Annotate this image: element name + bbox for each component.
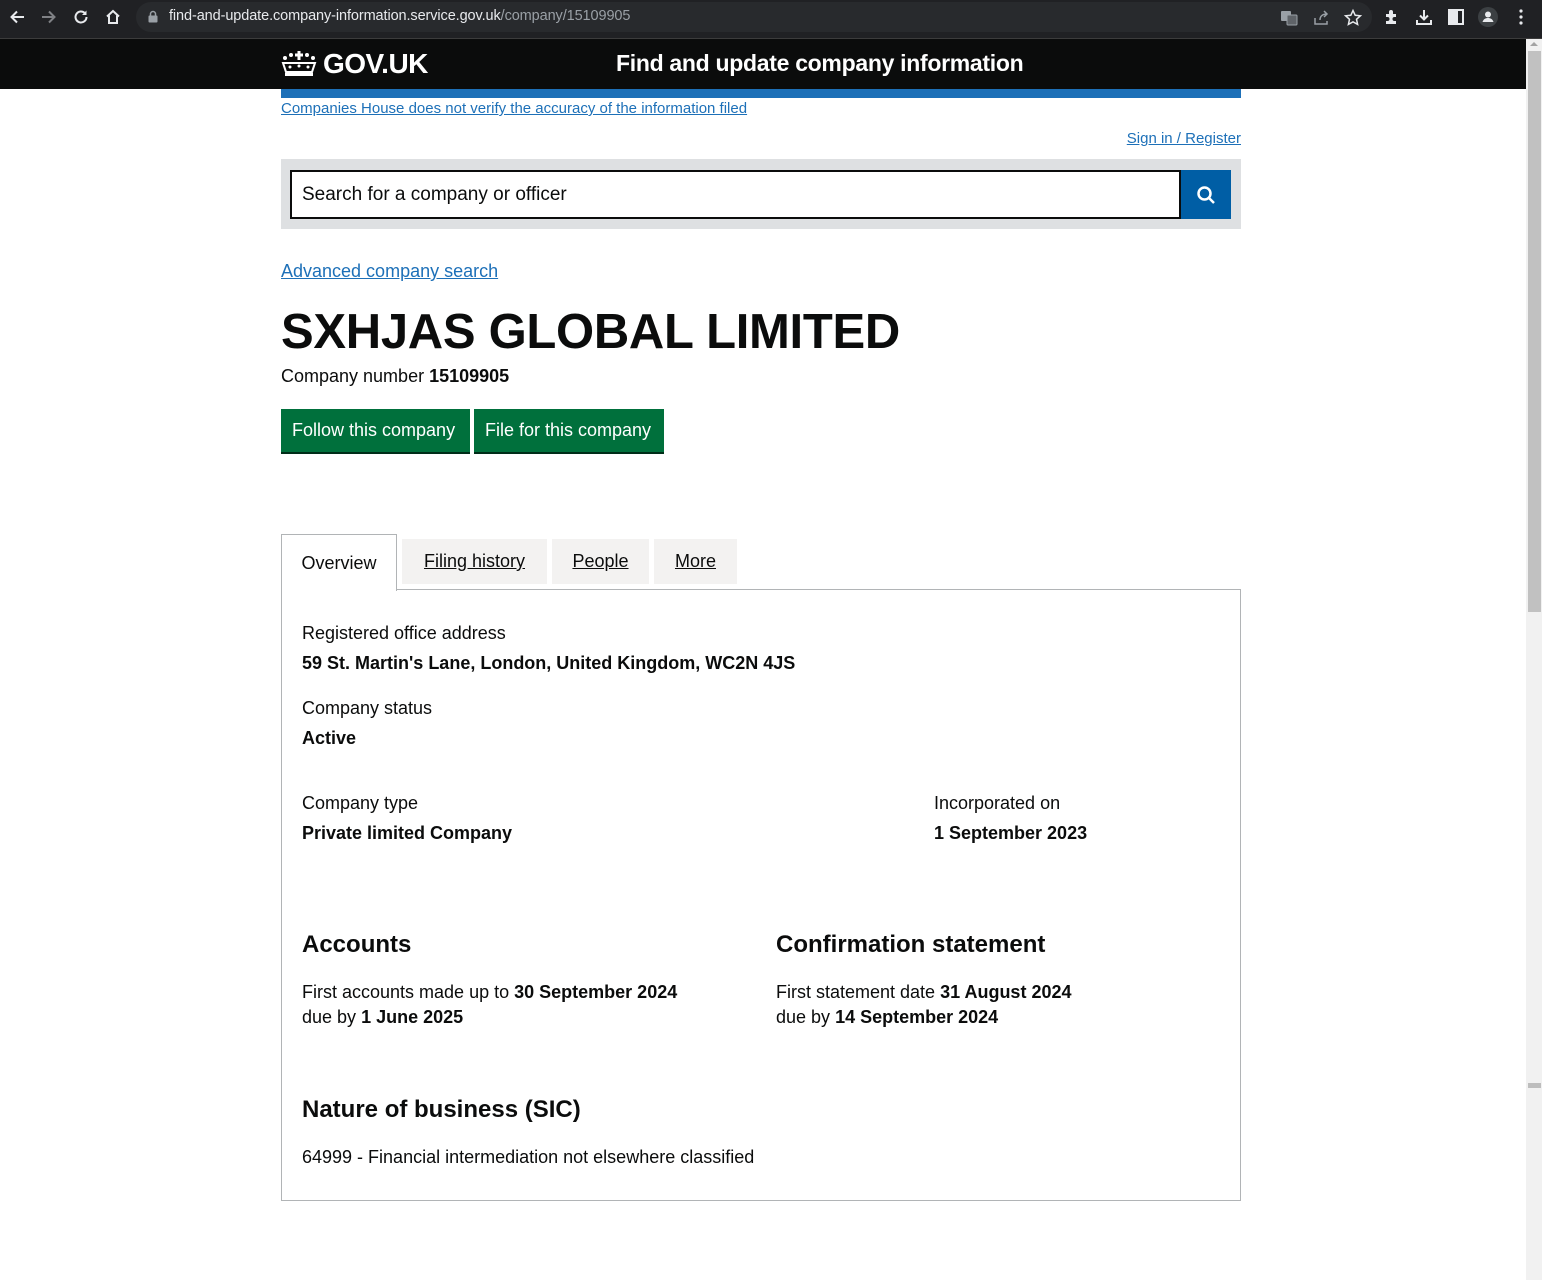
scrollbar-find-marker: [1528, 1083, 1541, 1088]
company-status-label: Company status: [302, 698, 433, 718]
tab-more[interactable]: More: [654, 539, 737, 584]
confirmation-date: 31 August 2024: [940, 982, 1072, 1002]
forward-icon[interactable]: [34, 0, 64, 34]
file-for-company-button[interactable]: File for this company: [474, 409, 664, 452]
overview-panel: Registered office address 59 St. Martin'…: [281, 589, 1241, 1201]
translate-icon[interactable]: [1279, 8, 1299, 28]
company-number-label: Company number: [281, 366, 425, 386]
extensions-icon[interactable]: [1382, 7, 1402, 27]
tab-overview[interactable]: Overview: [281, 534, 397, 591]
url-path: /company/15109905: [500, 8, 631, 24]
search-input[interactable]: [290, 170, 1181, 219]
tab-people[interactable]: People: [552, 539, 649, 584]
lock-icon[interactable]: [148, 10, 158, 23]
profile-icon[interactable]: [1478, 7, 1498, 27]
menu-icon[interactable]: [1511, 7, 1531, 27]
confirmation-due-label: due by: [776, 1007, 831, 1027]
back-icon[interactable]: [2, 0, 32, 34]
sic-value: 64999 - Financial intermediation not els…: [302, 1147, 755, 1167]
company-type-label: Company type: [302, 793, 419, 813]
share-icon[interactable]: [1311, 8, 1331, 28]
company-tabs: Overview Filing history People More: [281, 534, 1241, 591]
company-number: Company number 15109905: [281, 366, 509, 387]
service-name[interactable]: Find and update company information: [616, 50, 1024, 77]
company-number-value: 15109905: [429, 366, 510, 386]
url-host: find-and-update.company-information.serv…: [169, 8, 501, 24]
sic-heading: Nature of business (SIC): [302, 1096, 581, 1123]
follow-company-button[interactable]: Follow this company: [281, 409, 470, 452]
download-icon[interactable]: [1414, 7, 1434, 27]
search-icon: [1197, 185, 1215, 204]
disclaimer-link[interactable]: Companies House does not verify the accu…: [281, 100, 747, 117]
home-icon[interactable]: [98, 0, 128, 34]
registered-office-label: Registered office address: [302, 623, 506, 643]
accounts-heading: Accounts: [302, 931, 412, 958]
accounts-made-up-label: First accounts made up to: [302, 982, 510, 1002]
confirmation-heading: Confirmation statement: [776, 931, 1046, 958]
incorporated-value: 1 September 2023: [934, 823, 1088, 843]
bookmark-star-icon[interactable]: [1343, 8, 1363, 28]
crown-icon: [281, 51, 317, 76]
header-accent-bar: [281, 89, 1241, 98]
side-panel-icon[interactable]: [1446, 7, 1466, 27]
accounts-due-date: 1 June 2025: [361, 1007, 464, 1027]
govuk-logo-link[interactable]: GOV.UK: [281, 48, 428, 79]
incorporated-label: Incorporated on: [934, 793, 1061, 813]
registered-office-value: 59 St. Martin's Lane, London, United Kin…: [302, 653, 796, 673]
confirmation-details: First statement date 31 August 2024 due …: [776, 980, 1071, 1030]
search-button[interactable]: [1181, 170, 1231, 219]
accounts-details: First accounts made up to 30 September 2…: [302, 980, 677, 1030]
page-scrollbar[interactable]: [1526, 39, 1542, 1280]
scroll-up-arrow-icon[interactable]: [1530, 42, 1538, 46]
search-panel: [281, 159, 1241, 229]
url-text[interactable]: find-and-update.company-information.serv…: [169, 8, 630, 24]
sign-in-register-link[interactable]: Sign in / Register: [1127, 130, 1241, 147]
browser-toolbar: find-and-update.company-information.serv…: [0, 0, 1542, 39]
advanced-search-link[interactable]: Advanced company search: [281, 261, 498, 282]
accounts-due-label: due by: [302, 1007, 357, 1027]
company-status-value: Active: [302, 728, 357, 748]
scrollbar-thumb[interactable]: [1528, 51, 1541, 612]
confirmation-due-date: 14 September 2024: [835, 1007, 999, 1027]
tab-filing-history[interactable]: Filing history: [402, 539, 547, 584]
company-name: SXHJAS GLOBAL LIMITED: [281, 305, 900, 359]
confirmation-date-label: First statement date: [776, 982, 936, 1002]
company-type-value: Private limited Company: [302, 823, 513, 843]
reload-icon[interactable]: [66, 0, 96, 34]
accounts-made-up-date: 30 September 2024: [514, 982, 678, 1002]
address-bar[interactable]: find-and-update.company-information.serv…: [136, 2, 1372, 32]
govuk-header: GOV.UK Find and update company informati…: [0, 39, 1526, 89]
govuk-logo-text: GOV.UK: [323, 48, 428, 79]
